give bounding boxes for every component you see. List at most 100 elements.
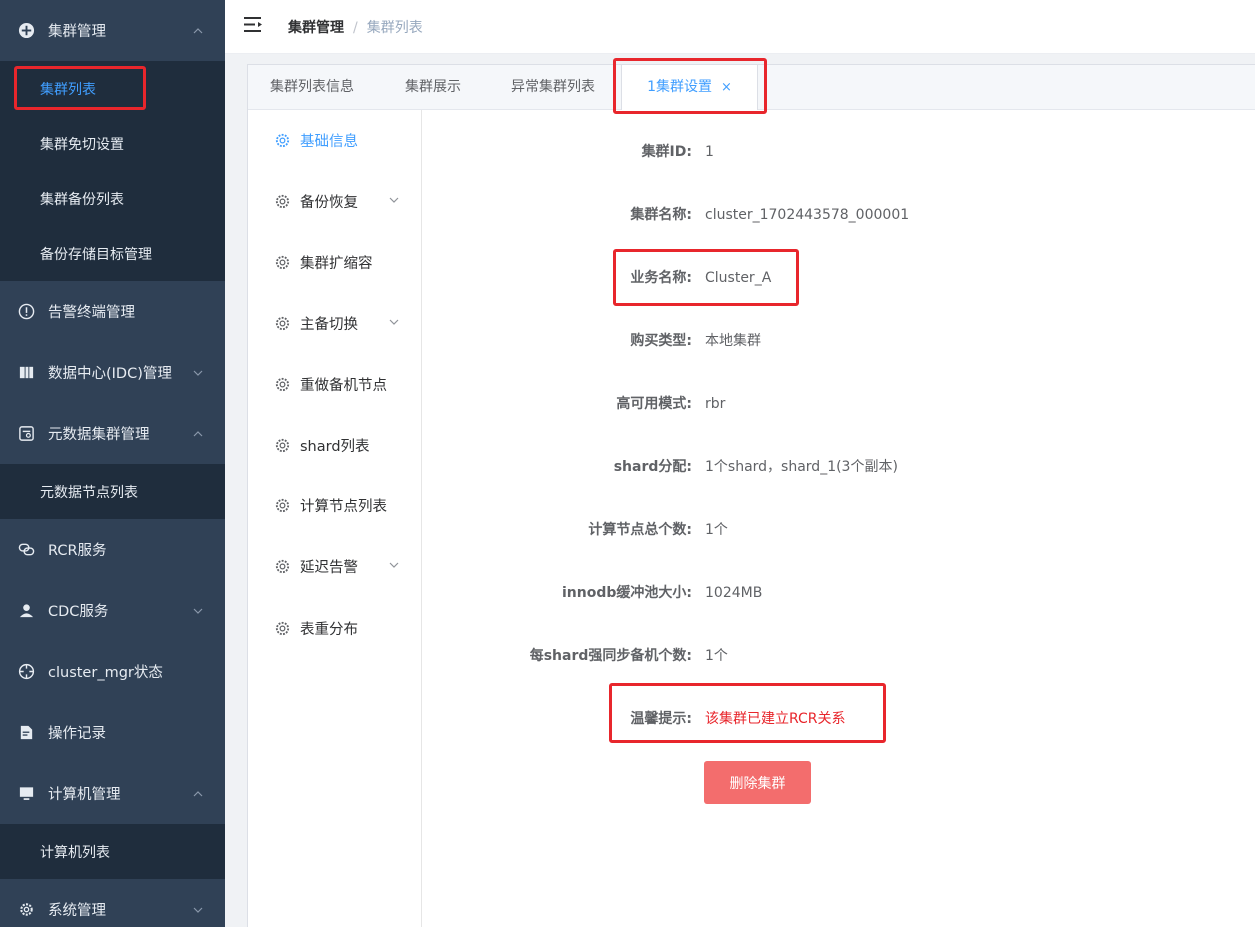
- monitor-icon: [17, 785, 35, 803]
- settings-item-failover[interactable]: 主备切换: [248, 303, 421, 343]
- info-label: 业务名称:: [630, 270, 692, 286]
- info-label: 高可用模式:: [616, 396, 692, 412]
- info-label: innodb缓冲池大小:: [562, 585, 692, 601]
- info-value: 本地集群: [705, 333, 761, 349]
- sidebar-item-backup-storage[interactable]: 备份存储目标管理: [0, 226, 225, 281]
- tab-cluster-settings[interactable]: 1集群设置 ×: [621, 65, 758, 110]
- document-icon: [17, 724, 35, 742]
- tab-cluster-list-info[interactable]: 集群列表信息: [270, 65, 354, 109]
- menu-cluster-management[interactable]: 集群管理: [0, 0, 225, 61]
- gear-icon: [17, 901, 35, 919]
- menu-toggle-icon[interactable]: [244, 16, 263, 33]
- chevron-down-icon: [389, 195, 399, 205]
- chevron-up-icon: [193, 429, 203, 439]
- info-value: rbr: [705, 396, 726, 412]
- user-icon: [17, 602, 35, 620]
- tab-bar: 集群列表信息 集群展示 异常集群列表 1集群设置 ×: [248, 65, 1255, 110]
- link-icon: [17, 541, 35, 559]
- chevron-down-icon: [389, 560, 399, 570]
- settings-item-compute-node-list[interactable]: 计算节点列表: [248, 485, 421, 525]
- info-label: 计算节点总个数:: [588, 522, 692, 538]
- sidebar: 集群管理 集群列表 集群免切设置 集群备份列表 备份存储目标管理 告警终端管理 …: [0, 0, 225, 927]
- info-value: 1个: [705, 648, 728, 664]
- settings-item-rebuild-replica[interactable]: 重做备机节点: [248, 364, 421, 404]
- sidebar-item-computer-list[interactable]: 计算机列表: [0, 824, 225, 879]
- menu-label: cluster_mgr状态: [48, 665, 163, 681]
- gear-icon: [274, 254, 291, 271]
- gear-icon: [274, 315, 291, 332]
- settings-item-shard-list[interactable]: shard列表: [248, 425, 421, 465]
- menu-alert-terminal[interactable]: 告警终端管理: [0, 281, 225, 342]
- submenu-computer-management: 计算机列表: [0, 824, 225, 879]
- info-row-sync-replica-count: 每shard强同步备机个数: 1个: [422, 644, 1222, 668]
- tab-cluster-display[interactable]: 集群展示: [405, 65, 461, 109]
- settings-item-table-redistribution[interactable]: 表重分布: [248, 608, 421, 648]
- menu-label: 系统管理: [48, 903, 106, 919]
- submenu-metadata-cluster: 元数据节点列表: [0, 464, 225, 519]
- gear-icon: [274, 497, 291, 514]
- submenu-cluster-management: 集群列表 集群免切设置 集群备份列表 备份存储目标管理: [0, 61, 225, 281]
- sidebar-item-cluster-list[interactable]: 集群列表: [0, 61, 225, 116]
- chevron-up-icon: [193, 26, 203, 36]
- info-label: 集群ID:: [641, 144, 692, 160]
- gear-icon: [274, 437, 291, 454]
- close-icon[interactable]: ×: [721, 80, 732, 95]
- datacenter-icon: [17, 364, 35, 382]
- settings-item-scale[interactable]: 集群扩缩容: [248, 242, 421, 282]
- info-value: 1: [705, 144, 714, 160]
- delete-cluster-button[interactable]: 删除集群: [704, 761, 811, 804]
- cluster-icon: [17, 22, 35, 40]
- menu-label: RCR服务: [48, 543, 107, 559]
- menu-label: CDC服务: [48, 604, 109, 620]
- info-row-cluster-id: 集群ID: 1: [422, 140, 1222, 164]
- chevron-up-icon: [193, 789, 203, 799]
- settings-item-backup-restore[interactable]: 备份恢复: [248, 181, 421, 221]
- info-label: 购买类型:: [630, 333, 692, 349]
- menu-rcr-service[interactable]: RCR服务: [0, 519, 225, 580]
- sidebar-item-metadata-node-list[interactable]: 元数据节点列表: [0, 464, 225, 519]
- info-value: 1024MB: [705, 585, 763, 601]
- info-row-purchase-type: 购买类型: 本地集群: [422, 329, 1222, 353]
- info-label: 集群名称:: [630, 207, 692, 223]
- menu-operation-log[interactable]: 操作记录: [0, 702, 225, 763]
- menu-computer-management[interactable]: 计算机管理: [0, 763, 225, 824]
- tab-abnormal-cluster-list[interactable]: 异常集群列表: [511, 65, 595, 109]
- menu-system-management[interactable]: 系统管理: [0, 879, 225, 927]
- breadcrumb: 集群管理 / 集群列表: [288, 17, 423, 37]
- gear-icon: [274, 558, 291, 575]
- crosshair-icon: [17, 663, 35, 681]
- metadata-icon: [17, 425, 35, 443]
- info-label: shard分配:: [613, 459, 692, 475]
- breadcrumb-separator: /: [353, 20, 358, 36]
- chevron-down-icon: [389, 317, 399, 327]
- settings-item-delay-alarm[interactable]: 延迟告警: [248, 546, 421, 586]
- menu-label: 操作记录: [48, 726, 106, 742]
- menu-label: 计算机管理: [48, 787, 121, 803]
- info-row-ha-mode: 高可用模式: rbr: [422, 392, 1222, 416]
- alert-circle-icon: [17, 303, 35, 321]
- info-row-compute-node-count: 计算节点总个数: 1个: [422, 518, 1222, 542]
- info-value: Cluster_A: [705, 270, 772, 286]
- menu-metadata-cluster[interactable]: 元数据集群管理: [0, 403, 225, 464]
- top-header: 集群管理 / 集群列表: [225, 0, 1255, 54]
- breadcrumb-root[interactable]: 集群管理: [288, 20, 344, 36]
- info-label: 温馨提示:: [630, 711, 692, 727]
- gear-icon: [274, 376, 291, 393]
- settings-item-basic-info[interactable]: 基础信息: [248, 120, 421, 160]
- chevron-down-icon: [193, 368, 203, 378]
- sidebar-item-cluster-switch-settings[interactable]: 集群免切设置: [0, 116, 225, 171]
- menu-cluster-mgr-status[interactable]: cluster_mgr状态: [0, 641, 225, 702]
- info-value: 1个shard，shard_1(3个副本): [705, 459, 898, 475]
- tab-label: 1集群设置: [647, 79, 712, 95]
- info-row-cluster-name: 集群名称: cluster_1702443578_000001: [422, 203, 1222, 227]
- info-value: cluster_1702443578_000001: [705, 207, 910, 223]
- sidebar-item-cluster-backup-list[interactable]: 集群备份列表: [0, 171, 225, 226]
- gear-icon: [274, 132, 291, 149]
- menu-cdc-service[interactable]: CDC服务: [0, 580, 225, 641]
- warning-text: 该集群已建立RCR关系: [705, 711, 846, 727]
- chevron-down-icon: [193, 606, 203, 616]
- info-row-business-name: 业务名称: Cluster_A: [422, 266, 1222, 290]
- menu-datacenter[interactable]: 数据中心(IDC)管理: [0, 342, 225, 403]
- chevron-down-icon: [193, 905, 203, 915]
- menu-label: 集群管理: [48, 24, 106, 40]
